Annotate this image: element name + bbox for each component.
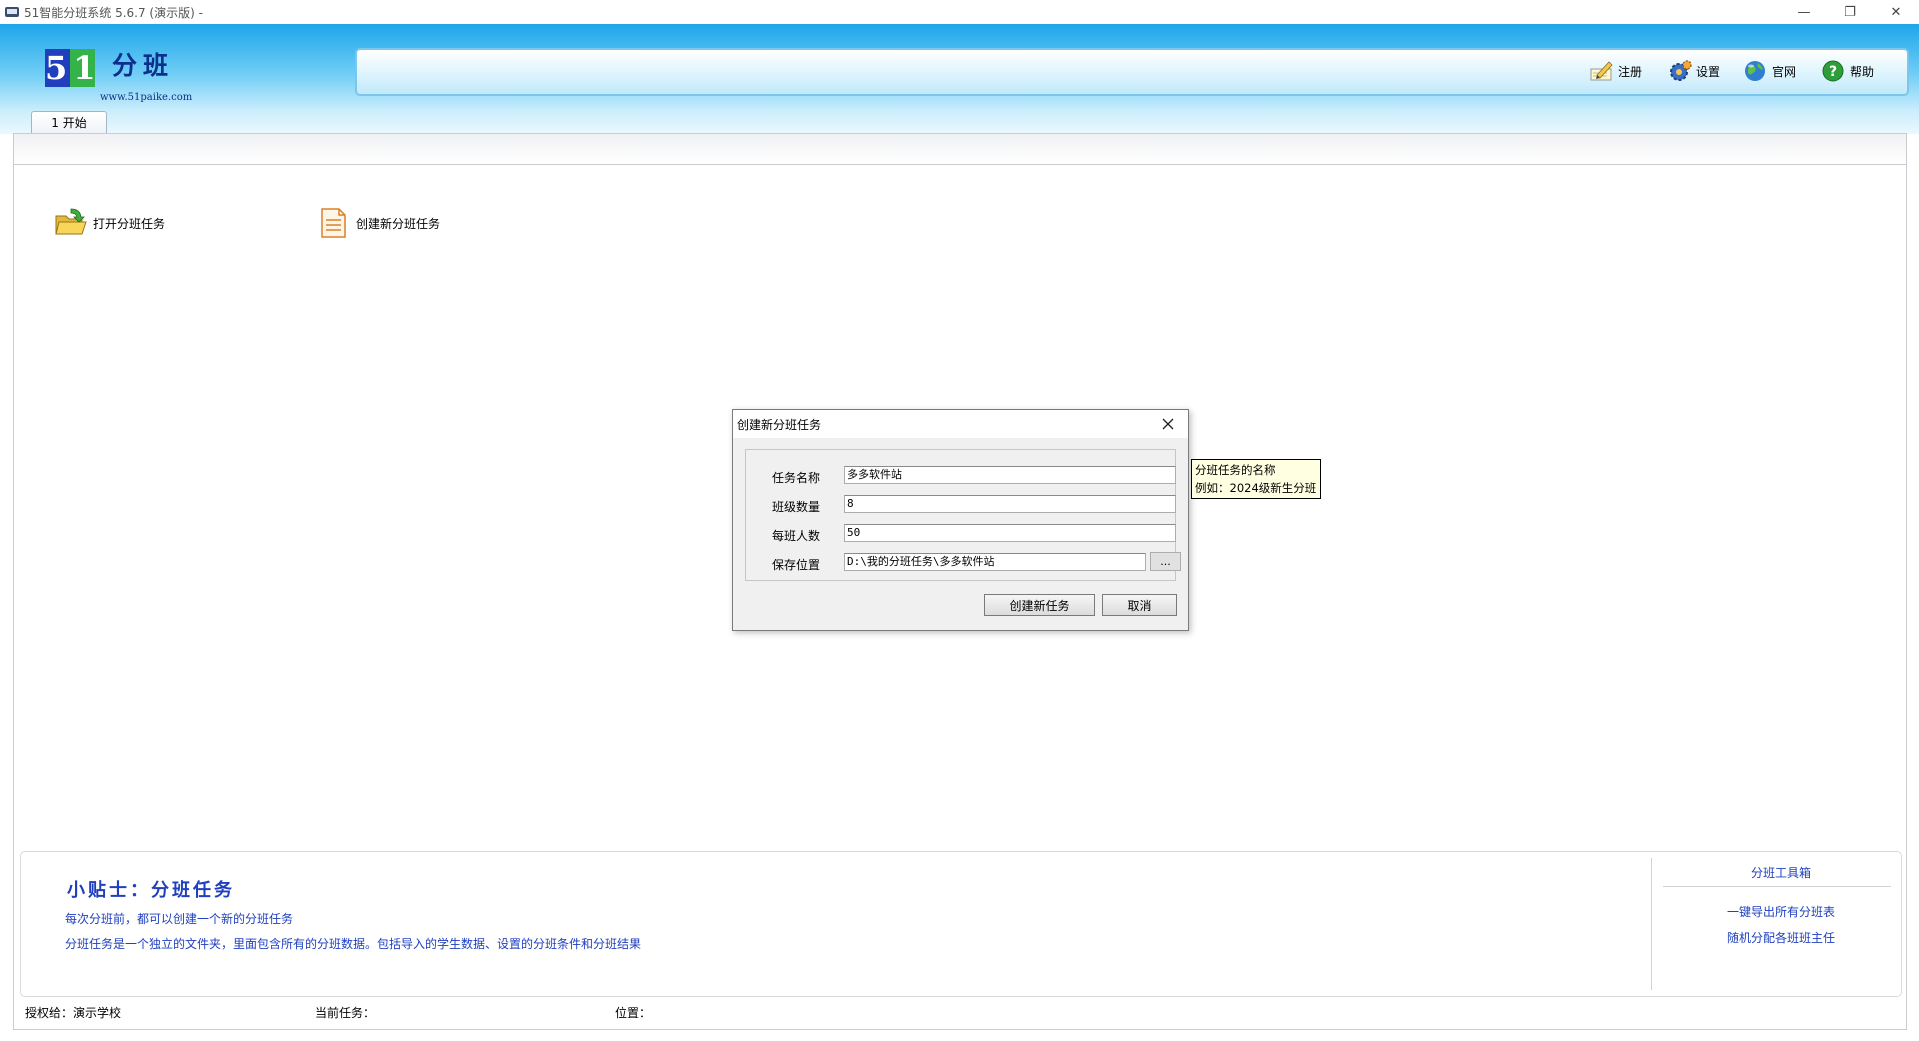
dialog-close-button[interactable]: [1157, 414, 1179, 434]
status-bar: 授权给：演示学校 当前任务： 位置：: [0, 1000, 1919, 1024]
globe-icon: [1745, 61, 1765, 81]
document-icon: [321, 208, 346, 238]
close-window-button[interactable]: ✕: [1873, 0, 1919, 24]
register-label: 注册: [1618, 64, 1643, 79]
task-name-label: 任务名称: [772, 471, 821, 485]
tips-title: 小贴士：分班任务: [67, 880, 235, 901]
create-task-dialog: 创建新分班任务 任务名称 班级数量 每班人数 保存位置 ... 创建新任务 取消: [732, 409, 1189, 631]
per-class-input[interactable]: [844, 524, 1176, 542]
export-all-classes-link[interactable]: 一键导出所有分班表: [1661, 903, 1901, 920]
task-name-input[interactable]: [844, 466, 1176, 484]
pencil-pad-icon: [1590, 61, 1613, 81]
dialog-form-group: 任务名称 班级数量 每班人数 保存位置 ...: [745, 449, 1181, 581]
dialog-title: 创建新分班任务: [737, 418, 822, 432]
help-label: 帮助: [1850, 64, 1875, 79]
window-title: 51智能分班系统 5.6.7 (演示版) -: [24, 6, 203, 20]
settings-label: 设置: [1696, 64, 1721, 79]
toolbox-divider: [1663, 886, 1891, 887]
class-count-input[interactable]: [844, 495, 1176, 513]
task-name-tooltip: 分班任务的名称 例如：2024级新生分班: [1191, 459, 1321, 499]
svg-text:?: ?: [1829, 64, 1837, 80]
tooltip-line-2: 例如：2024级新生分班: [1195, 481, 1317, 495]
minimize-icon: —: [1797, 4, 1811, 20]
save-location-label: 保存位置: [772, 558, 821, 572]
tips-line-2: 分班任务是一个独立的文件夹，里面包含所有的分班数据。包括导入的学生数据、设置的分…: [65, 937, 642, 951]
browse-button[interactable]: ...: [1150, 552, 1181, 571]
help-icon: ?: [1822, 60, 1844, 82]
folder-open-icon: [55, 208, 87, 235]
cancel-button[interactable]: 取消: [1102, 594, 1177, 616]
website-button[interactable]: 官网: [1743, 59, 1796, 83]
logo-url: www.51paike.com: [100, 92, 193, 103]
main-panel-topbar: [14, 134, 1906, 165]
per-class-label: 每班人数: [772, 529, 821, 543]
save-location-input[interactable]: [844, 553, 1146, 571]
close-icon: ✕: [1890, 4, 1902, 20]
dialog-titlebar: 创建新分班任务: [733, 410, 1188, 438]
help-button[interactable]: ? 帮助: [1821, 59, 1874, 83]
create-task-button[interactable]: 创建新任务: [984, 594, 1095, 616]
restore-button[interactable]: ❐: [1827, 0, 1873, 24]
open-task-button[interactable]: 打开分班任务: [54, 208, 165, 238]
app-header: 51 分班 www.51paike.com 注册 设置 官网 ? 帮助: [0, 24, 1919, 134]
restore-icon: ❐: [1844, 4, 1856, 20]
website-label: 官网: [1772, 64, 1797, 79]
tips-line-1: 每次分班前，都可以创建一个新的分班任务: [65, 912, 294, 926]
window-titlebar: 51智能分班系统 5.6.7 (演示版) - — ❐ ✕: [0, 0, 1919, 25]
new-task-label: 创建新分班任务: [356, 216, 441, 231]
logo: 51 分班 www.51paike.com: [45, 46, 205, 106]
minimize-button[interactable]: —: [1781, 0, 1827, 24]
gear-icon: [1670, 60, 1692, 81]
status-licensed: 授权给：演示学校: [25, 1006, 122, 1020]
open-task-label: 打开分班任务: [93, 216, 166, 231]
assign-head-teachers-link[interactable]: 随机分配各班班主任: [1661, 929, 1901, 946]
register-button[interactable]: 注册: [1589, 59, 1642, 83]
logo-number: 51: [45, 49, 102, 87]
top-toolbar: 注册 设置 官网 ? 帮助: [355, 48, 1909, 96]
logo-text: 分班: [112, 51, 175, 80]
tips-panel: 小贴士：分班任务 每次分班前，都可以创建一个新的分班任务 分班任务是一个独立的文…: [20, 851, 1902, 997]
status-location: 位置：: [615, 1006, 652, 1020]
tooltip-line-1: 分班任务的名称: [1195, 463, 1276, 477]
toolbox-title: 分班工具箱: [1750, 866, 1811, 880]
class-count-label: 班级数量: [772, 500, 821, 514]
new-task-button[interactable]: 创建新分班任务: [317, 208, 440, 238]
close-icon: [1162, 418, 1174, 430]
settings-button[interactable]: 设置: [1667, 59, 1720, 83]
tab-start[interactable]: 1 开始: [31, 111, 107, 134]
status-current-task: 当前任务：: [315, 1006, 376, 1020]
tips-divider: [1651, 858, 1652, 990]
app-icon: [5, 7, 19, 17]
